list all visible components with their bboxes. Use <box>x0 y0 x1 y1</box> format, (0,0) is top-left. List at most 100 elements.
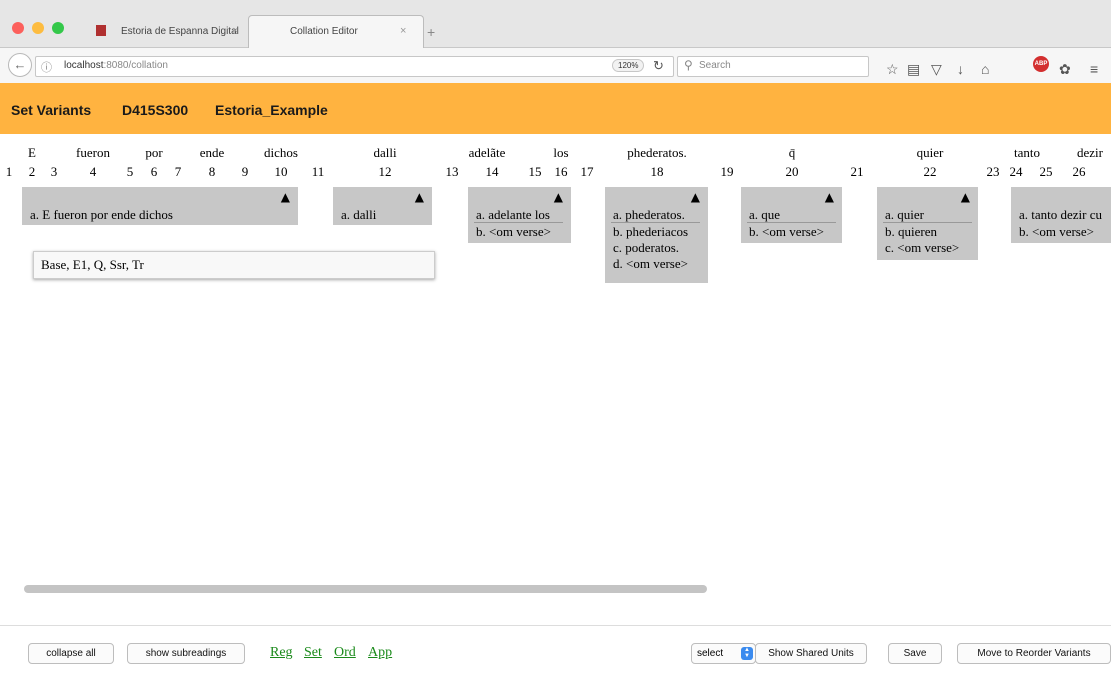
back-arrow-icon[interactable]: ← <box>8 53 32 77</box>
column-index: 18 <box>650 164 664 179</box>
column-index: 20 <box>785 164 799 179</box>
stage-link-ord[interactable]: Ord <box>334 645 356 661</box>
reading-label[interactable]: b. quieren <box>885 224 937 240</box>
reading-label[interactable]: b. <om verse> <box>1019 224 1094 240</box>
column-index: 23 <box>986 164 1000 179</box>
reading-label[interactable]: a. adelante los <box>476 207 550 223</box>
footer-toolbar: collapse all show subreadings Reg Set Or… <box>0 625 1111 676</box>
variant-unit[interactable]: ▲ a. E fueron por ende dichos <box>22 187 298 225</box>
collapse-arrow-icon[interactable]: ▲ <box>691 190 700 204</box>
collapse-all-button[interactable]: collapse all <box>28 643 114 664</box>
search-placeholder: Search <box>699 60 731 71</box>
browser-nav-bar: ← ⓘ localhost:8080/collation 120% ↻ ⚲ Se… <box>0 48 1111 84</box>
reading-label[interactable]: a. phederatos. <box>613 207 685 223</box>
new-tab-button[interactable]: + <box>427 24 435 40</box>
collapse-arrow-icon[interactable]: ▲ <box>961 190 970 204</box>
zoom-window-button[interactable] <box>52 22 64 34</box>
tab-estoria[interactable]: Estoria de Espanna Digital × <box>76 16 252 47</box>
collapse-arrow-icon[interactable]: ▲ <box>825 190 834 204</box>
reading-label[interactable]: b. <om verse> <box>749 224 824 240</box>
column-index: 12 <box>378 164 392 179</box>
select-dropdown[interactable]: select ▲ ▼ <box>691 643 756 664</box>
reload-icon[interactable]: ↻ <box>653 58 664 74</box>
column-index: 14 <box>485 164 499 179</box>
show-shared-units-button[interactable]: Show Shared Units <box>755 643 867 664</box>
column-index: 7 <box>174 164 182 179</box>
collapse-arrow-icon[interactable]: ▲ <box>554 190 563 204</box>
search-input[interactable]: ⚲ Search <box>677 56 869 77</box>
reader-view-icon[interactable]: ▤ <box>907 61 920 78</box>
menu-icon[interactable]: ≡ <box>1090 61 1098 77</box>
variant-unit[interactable]: ▲ a. adelante los b. <om verse> <box>468 187 571 243</box>
column-index: 22 <box>923 164 937 179</box>
home-icon[interactable]: ⌂ <box>981 61 989 77</box>
zoom-level-badge[interactable]: 120% <box>612 59 645 72</box>
base-token[interactable]: E <box>28 145 36 161</box>
url-bar[interactable]: ⓘ localhost:8080/collation 120% ↻ <box>35 56 674 77</box>
horizontal-scrollbar[interactable] <box>24 585 707 593</box>
stage-link-reg[interactable]: Reg <box>270 645 293 661</box>
column-index: 2 <box>28 164 36 179</box>
column-index: 16 <box>554 164 568 179</box>
variant-unit[interactable]: ▲ a. dalli <box>333 187 432 225</box>
reading-label[interactable]: b. <om verse> <box>476 224 551 240</box>
column-index: 11 <box>311 164 325 179</box>
variant-unit[interactable]: ▲ a. que b. <om verse> <box>741 187 842 243</box>
collapse-arrow-icon[interactable]: ▲ <box>281 190 290 204</box>
base-token[interactable]: dalli <box>373 145 396 161</box>
tab-close-icon[interactable]: × <box>232 25 238 37</box>
reading-label[interactable]: d. <om verse> <box>613 256 688 272</box>
column-index: 15 <box>528 164 542 179</box>
base-token[interactable]: q̄ <box>789 145 796 161</box>
column-index: 13 <box>445 164 459 179</box>
reading-label[interactable]: a. que <box>749 207 780 223</box>
reading-label[interactable]: a. E fueron por ende dichos <box>30 207 173 223</box>
column-index: 8 <box>208 164 216 179</box>
reading-label[interactable]: a. dalli <box>341 207 376 223</box>
variant-unit[interactable]: ▲ a. quier b. quieren c. <om verse> <box>877 187 978 260</box>
download-icon[interactable]: ↓ <box>957 61 964 77</box>
collapse-arrow-icon[interactable]: ▲ <box>415 190 424 204</box>
extension-icon[interactable]: ✿ <box>1059 61 1071 78</box>
base-token[interactable]: los <box>553 145 568 161</box>
bookmark-star-icon[interactable]: ☆ <box>886 61 899 78</box>
select-value: select <box>697 648 724 659</box>
info-icon: ⓘ <box>41 62 52 74</box>
stage-link-app[interactable]: App <box>368 645 392 661</box>
base-token[interactable]: por <box>145 145 162 161</box>
mode-title: Set Variants <box>11 102 92 118</box>
base-token[interactable]: adelãte <box>469 145 506 161</box>
witness-list-popup: Base, E1, Q, Ssr, Tr <box>33 251 435 279</box>
tab-collation-editor[interactable]: Collation Editor × <box>248 15 424 49</box>
base-token[interactable]: quier <box>917 145 944 161</box>
column-index: 9 <box>241 164 249 179</box>
variant-unit[interactable]: ▲ a. phederatos. b. phederiacos c. poder… <box>605 187 708 283</box>
reading-label[interactable]: a. quier <box>885 207 924 223</box>
base-token[interactable]: fueron <box>76 145 110 161</box>
reading-label[interactable]: a. tanto dezir cu <box>1019 207 1102 223</box>
save-button[interactable]: Save <box>888 643 942 664</box>
project-name: Estoria_Example <box>215 102 328 118</box>
variant-unit[interactable]: a. tanto dezir cu b. <om verse> <box>1011 187 1111 243</box>
base-token[interactable]: tanto <box>1014 145 1040 161</box>
reading-label[interactable]: c. <om verse> <box>885 240 959 256</box>
show-subreadings-button[interactable]: show subreadings <box>127 643 245 664</box>
close-window-button[interactable] <box>12 22 24 34</box>
minimize-window-button[interactable] <box>32 22 44 34</box>
chevron-updown-icon: ▲ ▼ <box>741 647 753 660</box>
reading-label[interactable]: b. phederiacos <box>613 224 688 240</box>
favicon-icon <box>96 25 106 36</box>
stage-link-set[interactable]: Set <box>304 645 322 661</box>
move-to-reorder-variants-button[interactable]: Move to Reorder Variants <box>957 643 1111 664</box>
reading-label[interactable]: c. poderatos. <box>613 240 679 256</box>
adblock-icon[interactable]: ABP <box>1033 56 1049 72</box>
base-token[interactable]: dichos <box>264 145 298 161</box>
base-token[interactable]: phederatos. <box>627 145 687 161</box>
pocket-icon[interactable]: ▽ <box>931 61 942 78</box>
tab-close-icon[interactable]: × <box>400 25 406 37</box>
column-index: 1 <box>5 164 13 179</box>
search-icon: ⚲ <box>684 58 693 72</box>
column-index: 25 <box>1039 164 1053 179</box>
base-token[interactable]: dezir <box>1077 145 1103 161</box>
base-token[interactable]: ende <box>200 145 225 161</box>
